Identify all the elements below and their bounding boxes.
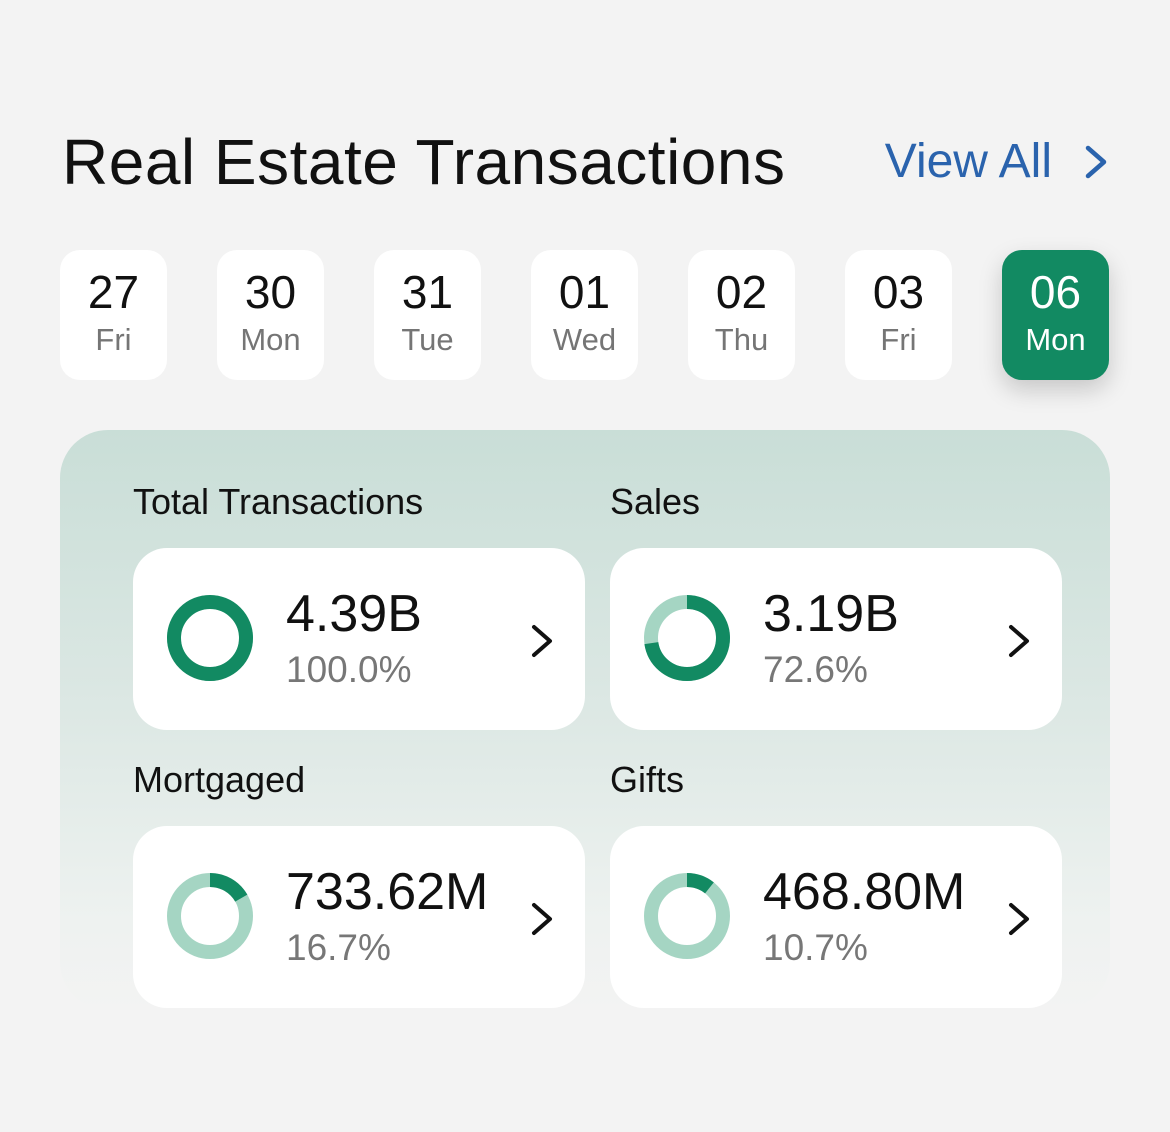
stat-percent: 72.6% bbox=[763, 649, 868, 690]
date-weekday: Mon bbox=[1025, 322, 1086, 357]
date-chip-06-selected[interactable]: 06 Mon bbox=[1002, 250, 1109, 380]
stat-card-total[interactable]: 4.39B 100.0% bbox=[133, 548, 585, 730]
chevron-right-icon bbox=[532, 625, 552, 657]
date-day: 03 bbox=[872, 266, 925, 318]
chevron-right-icon bbox=[532, 903, 552, 935]
stat-label-mortgaged: Mortgaged bbox=[133, 759, 306, 800]
section-header: Real Estate Transactions View All bbox=[62, 122, 1110, 202]
date-selector: 27 Fri 30 Mon 31 Tue 01 Wed 02 Thu 03 Fr… bbox=[60, 250, 1110, 380]
date-chip-01[interactable]: 01 Wed bbox=[531, 250, 638, 380]
date-weekday: Wed bbox=[552, 322, 617, 357]
stat-label-total: Total Transactions bbox=[133, 481, 424, 522]
date-chip-30[interactable]: 30 Mon bbox=[217, 250, 324, 380]
date-day: 06 bbox=[1029, 266, 1082, 318]
donut-chart-icon bbox=[644, 873, 730, 959]
page-title: Real Estate Transactions bbox=[62, 126, 786, 198]
date-chip-27[interactable]: 27 Fri bbox=[60, 250, 167, 380]
date-weekday: Fri bbox=[880, 322, 917, 357]
stat-card-sales[interactable]: 3.19B 72.6% bbox=[610, 548, 1062, 730]
stat-value: 3.19B bbox=[763, 585, 899, 643]
donut-track bbox=[644, 873, 730, 959]
stats-panel: Total Transactions 4.39B 100.0% Sales 3.… bbox=[60, 430, 1110, 1010]
date-day: 01 bbox=[558, 266, 611, 318]
chevron-right-icon bbox=[1009, 625, 1029, 657]
stat-card-gifts[interactable]: 468.80M 10.7% bbox=[610, 826, 1062, 1008]
chevron-right-icon bbox=[1009, 903, 1029, 935]
date-weekday: Thu bbox=[714, 322, 769, 357]
date-day: 31 bbox=[401, 266, 454, 318]
date-day: 02 bbox=[715, 266, 768, 318]
date-weekday: Tue bbox=[401, 322, 454, 357]
stat-card-mortgaged[interactable]: 733.62M 16.7% bbox=[133, 826, 585, 1008]
chevron-right-icon bbox=[1085, 145, 1107, 179]
donut-fill bbox=[167, 595, 253, 681]
view-all-label: View All bbox=[884, 135, 1052, 188]
date-weekday: Mon bbox=[240, 322, 301, 357]
view-all-link[interactable]: View All bbox=[885, 132, 1110, 192]
stat-label-gifts: Gifts bbox=[610, 759, 685, 800]
stat-value: 468.80M bbox=[763, 863, 966, 921]
date-chip-03[interactable]: 03 Fri bbox=[845, 250, 952, 380]
stat-label-sales: Sales bbox=[610, 481, 701, 522]
stat-percent: 10.7% bbox=[763, 927, 868, 968]
donut-chart-icon bbox=[167, 873, 253, 959]
stat-percent: 100.0% bbox=[286, 649, 412, 690]
stat-value: 733.62M bbox=[286, 863, 489, 921]
date-weekday: Fri bbox=[95, 322, 132, 357]
donut-chart-icon bbox=[167, 595, 253, 681]
date-chip-02[interactable]: 02 Thu bbox=[688, 250, 795, 380]
stat-value: 4.39B bbox=[286, 585, 422, 643]
stat-percent: 16.7% bbox=[286, 927, 391, 968]
date-day: 30 bbox=[244, 266, 297, 318]
date-chip-31[interactable]: 31 Tue bbox=[374, 250, 481, 380]
donut-chart-icon bbox=[644, 595, 730, 681]
date-day: 27 bbox=[87, 266, 140, 318]
